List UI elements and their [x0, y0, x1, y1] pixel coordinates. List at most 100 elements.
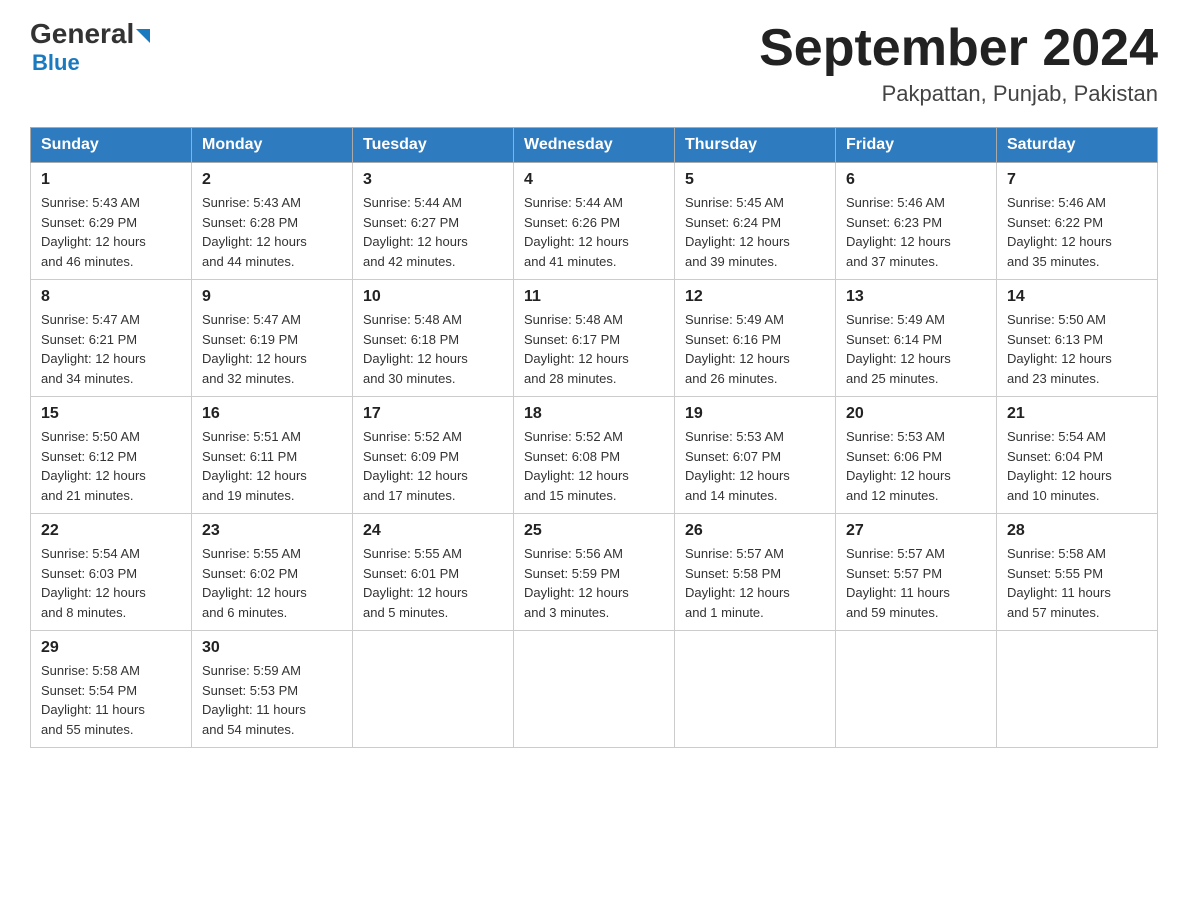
day-number: 11	[524, 288, 664, 306]
day-number: 15	[41, 405, 181, 423]
weekday-header-tuesday: Tuesday	[353, 128, 514, 163]
day-number: 8	[41, 288, 181, 306]
calendar-cell: 29 Sunrise: 5:58 AMSunset: 5:54 PMDayligh…	[31, 631, 192, 748]
calendar-week-4: 22 Sunrise: 5:54 AMSunset: 6:03 PMDayligh…	[31, 514, 1158, 631]
day-info: Sunrise: 5:43 AMSunset: 6:29 PMDaylight:…	[41, 193, 181, 271]
day-number: 3	[363, 171, 503, 189]
day-info: Sunrise: 5:51 AMSunset: 6:11 PMDaylight:…	[202, 427, 342, 505]
calendar-cell: 26 Sunrise: 5:57 AMSunset: 5:58 PMDayligh…	[675, 514, 836, 631]
day-number: 18	[524, 405, 664, 423]
day-number: 30	[202, 639, 342, 657]
day-number: 26	[685, 522, 825, 540]
calendar-week-3: 15 Sunrise: 5:50 AMSunset: 6:12 PMDayligh…	[31, 397, 1158, 514]
day-number: 2	[202, 171, 342, 189]
page-header: General Blue September 2024 Pakpattan, P…	[30, 20, 1158, 107]
title-area: September 2024 Pakpattan, Punjab, Pakist…	[759, 20, 1158, 107]
logo: General Blue	[30, 20, 150, 76]
day-number: 20	[846, 405, 986, 423]
calendar-cell: 1 Sunrise: 5:43 AMSunset: 6:29 PMDaylight…	[31, 163, 192, 280]
day-info: Sunrise: 5:49 AMSunset: 6:14 PMDaylight:…	[846, 310, 986, 388]
day-info: Sunrise: 5:53 AMSunset: 6:07 PMDaylight:…	[685, 427, 825, 505]
calendar-cell: 30Sunrise: 5:59 AMSunset: 5:53 PMDayligh…	[192, 631, 353, 748]
day-number: 29	[41, 639, 181, 657]
calendar-week-1: 1 Sunrise: 5:43 AMSunset: 6:29 PMDaylight…	[31, 163, 1158, 280]
calendar-cell	[997, 631, 1158, 748]
calendar-table: SundayMondayTuesdayWednesdayThursdayFrid…	[30, 127, 1158, 748]
calendar-cell: 28Sunrise: 5:58 AMSunset: 5:55 PMDayligh…	[997, 514, 1158, 631]
weekday-header-saturday: Saturday	[997, 128, 1158, 163]
day-number: 9	[202, 288, 342, 306]
calendar-week-5: 29 Sunrise: 5:58 AMSunset: 5:54 PMDayligh…	[31, 631, 1158, 748]
calendar-cell: 14 Sunrise: 5:50 AMSunset: 6:13 PMDayligh…	[997, 280, 1158, 397]
calendar-cell: 23Sunrise: 5:55 AMSunset: 6:02 PMDayligh…	[192, 514, 353, 631]
day-info: Sunrise: 5:46 AMSunset: 6:22 PMDaylight:…	[1007, 193, 1147, 271]
calendar-cell: 17 Sunrise: 5:52 AMSunset: 6:09 PMDayligh…	[353, 397, 514, 514]
day-info: Sunrise: 5:48 AMSunset: 6:17 PMDaylight:…	[524, 310, 664, 388]
calendar-cell: 8Sunrise: 5:47 AMSunset: 6:21 PMDaylight…	[31, 280, 192, 397]
calendar-cell: 22 Sunrise: 5:54 AMSunset: 6:03 PMDayligh…	[31, 514, 192, 631]
calendar-cell: 20 Sunrise: 5:53 AMSunset: 6:06 PMDayligh…	[836, 397, 997, 514]
calendar-cell: 21Sunrise: 5:54 AMSunset: 6:04 PMDayligh…	[997, 397, 1158, 514]
day-info: Sunrise: 5:49 AMSunset: 6:16 PMDaylight:…	[685, 310, 825, 388]
day-number: 7	[1007, 171, 1147, 189]
day-info: Sunrise: 5:45 AMSunset: 6:24 PMDaylight:…	[685, 193, 825, 271]
weekday-header-row: SundayMondayTuesdayWednesdayThursdayFrid…	[31, 128, 1158, 163]
day-info: Sunrise: 5:48 AMSunset: 6:18 PMDaylight:…	[363, 310, 503, 388]
day-info: Sunrise: 5:55 AMSunset: 6:02 PMDaylight:…	[202, 544, 342, 622]
day-info: Sunrise: 5:50 AMSunset: 6:13 PMDaylight:…	[1007, 310, 1147, 388]
weekday-header-sunday: Sunday	[31, 128, 192, 163]
day-info: Sunrise: 5:53 AMSunset: 6:06 PMDaylight:…	[846, 427, 986, 505]
day-info: Sunrise: 5:54 AMSunset: 6:03 PMDaylight:…	[41, 544, 181, 622]
calendar-cell: 18 Sunrise: 5:52 AMSunset: 6:08 PMDayligh…	[514, 397, 675, 514]
calendar-cell: 15 Sunrise: 5:50 AMSunset: 6:12 PMDayligh…	[31, 397, 192, 514]
day-info: Sunrise: 5:50 AMSunset: 6:12 PMDaylight:…	[41, 427, 181, 505]
day-number: 6	[846, 171, 986, 189]
calendar-cell	[675, 631, 836, 748]
logo-arrow-icon	[136, 29, 150, 43]
day-number: 19	[685, 405, 825, 423]
calendar-cell: 3Sunrise: 5:44 AMSunset: 6:27 PMDaylight…	[353, 163, 514, 280]
day-number: 4	[524, 171, 664, 189]
calendar-cell: 10Sunrise: 5:48 AMSunset: 6:18 PMDayligh…	[353, 280, 514, 397]
day-number: 22	[41, 522, 181, 540]
calendar-week-2: 8Sunrise: 5:47 AMSunset: 6:21 PMDaylight…	[31, 280, 1158, 397]
day-info: Sunrise: 5:52 AMSunset: 6:09 PMDaylight:…	[363, 427, 503, 505]
day-info: Sunrise: 5:58 AMSunset: 5:54 PMDaylight:…	[41, 661, 181, 739]
day-info: Sunrise: 5:46 AMSunset: 6:23 PMDaylight:…	[846, 193, 986, 271]
calendar-cell: 2Sunrise: 5:43 AMSunset: 6:28 PMDaylight…	[192, 163, 353, 280]
day-info: Sunrise: 5:47 AMSunset: 6:19 PMDaylight:…	[202, 310, 342, 388]
weekday-header-friday: Friday	[836, 128, 997, 163]
day-number: 12	[685, 288, 825, 306]
day-info: Sunrise: 5:58 AMSunset: 5:55 PMDaylight:…	[1007, 544, 1147, 622]
calendar-cell: 9 Sunrise: 5:47 AMSunset: 6:19 PMDaylight…	[192, 280, 353, 397]
calendar-cell: 25Sunrise: 5:56 AMSunset: 5:59 PMDayligh…	[514, 514, 675, 631]
day-number: 13	[846, 288, 986, 306]
day-info: Sunrise: 5:54 AMSunset: 6:04 PMDaylight:…	[1007, 427, 1147, 505]
logo-text-general: General	[30, 20, 134, 48]
day-info: Sunrise: 5:44 AMSunset: 6:26 PMDaylight:…	[524, 193, 664, 271]
calendar-cell: 27 Sunrise: 5:57 AMSunset: 5:57 PMDayligh…	[836, 514, 997, 631]
calendar-cell: 13 Sunrise: 5:49 AMSunset: 6:14 PMDayligh…	[836, 280, 997, 397]
day-info: Sunrise: 5:52 AMSunset: 6:08 PMDaylight:…	[524, 427, 664, 505]
weekday-header-thursday: Thursday	[675, 128, 836, 163]
day-number: 1	[41, 171, 181, 189]
day-number: 14	[1007, 288, 1147, 306]
calendar-cell: 11 Sunrise: 5:48 AMSunset: 6:17 PMDayligh…	[514, 280, 675, 397]
calendar-cell: 5Sunrise: 5:45 AMSunset: 6:24 PMDaylight…	[675, 163, 836, 280]
calendar-cell: 6 Sunrise: 5:46 AMSunset: 6:23 PMDaylight…	[836, 163, 997, 280]
day-info: Sunrise: 5:55 AMSunset: 6:01 PMDaylight:…	[363, 544, 503, 622]
calendar-cell	[514, 631, 675, 748]
day-number: 16	[202, 405, 342, 423]
weekday-header-monday: Monday	[192, 128, 353, 163]
weekday-header-wednesday: Wednesday	[514, 128, 675, 163]
day-number: 17	[363, 405, 503, 423]
day-number: 27	[846, 522, 986, 540]
day-info: Sunrise: 5:57 AMSunset: 5:57 PMDaylight:…	[846, 544, 986, 622]
calendar-cell: 7 Sunrise: 5:46 AMSunset: 6:22 PMDaylight…	[997, 163, 1158, 280]
day-info: Sunrise: 5:56 AMSunset: 5:59 PMDaylight:…	[524, 544, 664, 622]
month-title: September 2024	[759, 20, 1158, 77]
location-text: Pakpattan, Punjab, Pakistan	[759, 81, 1158, 107]
day-info: Sunrise: 5:57 AMSunset: 5:58 PMDaylight:…	[685, 544, 825, 622]
calendar-cell	[836, 631, 997, 748]
calendar-cell: 19 Sunrise: 5:53 AMSunset: 6:07 PMDayligh…	[675, 397, 836, 514]
